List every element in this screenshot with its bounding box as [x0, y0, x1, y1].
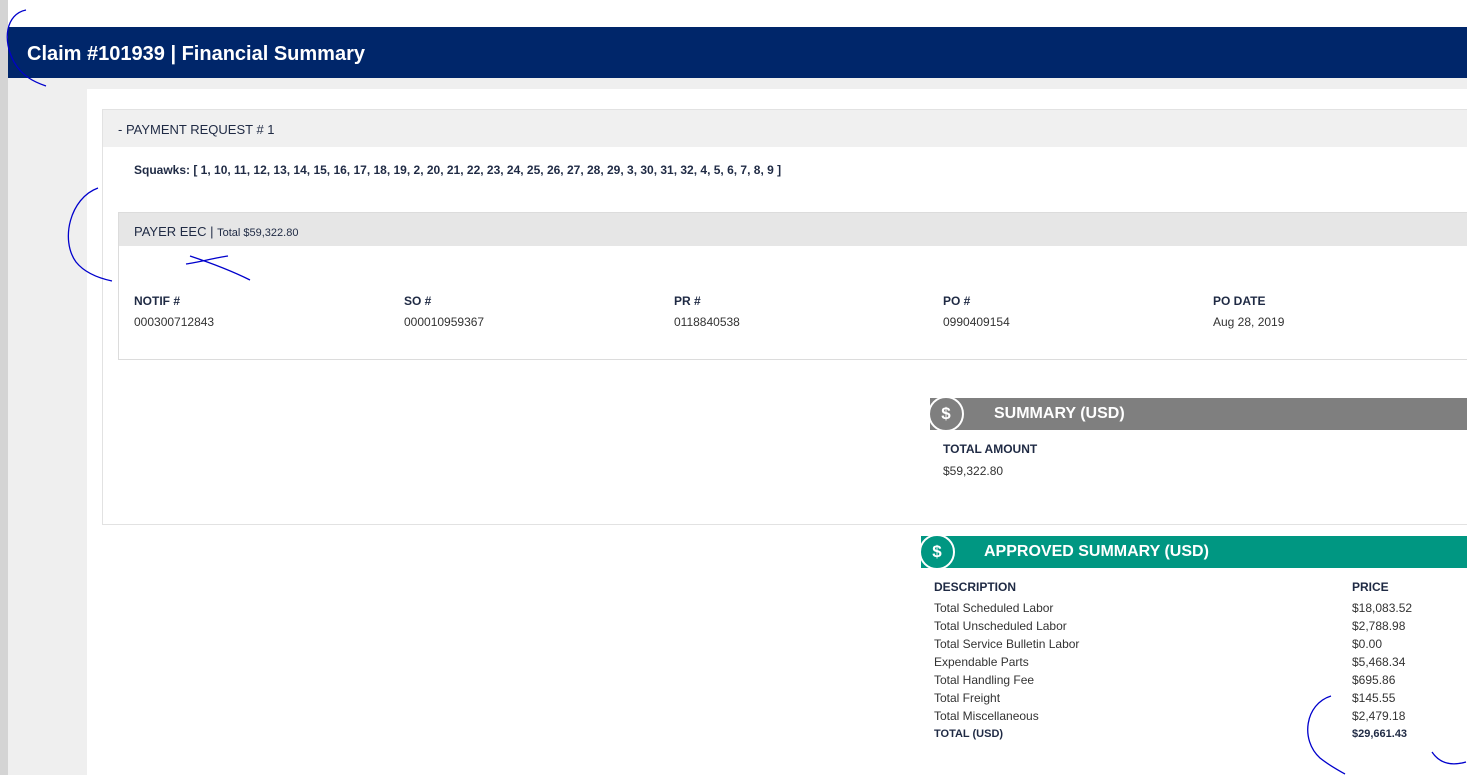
approved-row-desc: Total Handling Fee [934, 673, 1035, 687]
po-date-field: PO DATE Aug 28, 2019 [1213, 294, 1284, 329]
approved-row-desc: Total Scheduled Labor [934, 601, 1054, 615]
po-field: PO # 0990409154 [943, 294, 1010, 329]
approved-row-desc: Total Miscellaneous [934, 709, 1039, 723]
approved-row-price: $2,479.18 [1352, 709, 1406, 723]
po-date-label: PO DATE [1213, 294, 1266, 308]
notif-label: NOTIF # [134, 294, 181, 308]
approved-row-price: $695.86 [1352, 673, 1396, 687]
po-label: PO # [943, 294, 971, 308]
so-label: SO # [404, 294, 432, 308]
approved-row-desc: Total Service Bulletin Labor [934, 637, 1080, 651]
total-amount-value: $59,322.80 [943, 464, 1004, 478]
payer-name: PAYER EEC | Total $59,322.80 [134, 224, 298, 239]
payer-heading: PAYER EEC | Total $59,322.80 [119, 213, 1467, 246]
approved-summary-header: $ APPROVED SUMMARY (USD) [919, 534, 1467, 570]
annotation-stroke [1307, 695, 1346, 775]
payment-request-heading[interactable]: - PAYMENT REQUEST # 1 [118, 122, 275, 137]
modal-header: Claim #101939 | Financial Summary [8, 27, 1467, 78]
po-date-value: Aug 28, 2019 [1213, 315, 1285, 329]
pr-value: 0118840538 [674, 315, 740, 329]
approved-row-desc: Total Unscheduled Labor [934, 619, 1067, 633]
backdrop [0, 0, 1467, 27]
approved-total-price: $29,661.43 [1352, 728, 1408, 740]
dollar-icon: $ [928, 396, 964, 432]
modal-body-margin [8, 78, 87, 775]
po-value: 0990409154 [943, 315, 1010, 329]
so-value: 000010959367 [404, 315, 485, 329]
total-amount-label: TOTAL AMOUNT [943, 442, 1038, 456]
payer-total: Total $59,322.80 [217, 227, 299, 239]
approved-row-desc: Total Freight [934, 691, 1001, 705]
payment-request-panel: - PAYMENT REQUEST # 1 Squawks: [ 1, 10, … [102, 109, 1467, 525]
notif-value: 000300712843 [134, 315, 215, 329]
pr-label: PR # [674, 294, 701, 308]
approved-row-price: $145.55 [1352, 691, 1396, 705]
approved-row-price: $5,468.34 [1352, 655, 1406, 669]
approved-row-price: $18,083.52 [1352, 601, 1413, 615]
summary-header: $ SUMMARY (USD) [928, 396, 1467, 432]
pr-field: PR # 0118840538 [674, 294, 740, 329]
squawks-list: Squawks: [ 1, 10, 11, 12, 13, 14, 15, 16… [134, 163, 782, 177]
payment-request-toggle[interactable]: - PAYMENT REQUEST # 1 [103, 110, 1467, 147]
summary-title: SUMMARY (USD) [994, 405, 1125, 422]
modal-body-margin-top [87, 78, 1467, 89]
payer-name-label: PAYER EEC | [134, 224, 218, 239]
modal-title: Claim #101939 | Financial Summary [27, 43, 365, 65]
approved-row-price: $0.00 [1352, 637, 1383, 651]
approved-summary-title: APPROVED SUMMARY (USD) [984, 543, 1209, 560]
payer-box: PAYER EEC | Total $59,322.80 NOTIF # 000… [118, 212, 1467, 360]
notif-field: NOTIF # 000300712843 [134, 294, 214, 329]
price-column-header: PRICE [1352, 580, 1389, 594]
approved-row-desc: Expendable Parts [934, 655, 1029, 669]
approved-total-desc: TOTAL (USD) [934, 728, 1004, 740]
backdrop-strip [0, 0, 8, 775]
dollar-icon: $ [919, 534, 955, 570]
description-column-header: DESCRIPTION [934, 580, 1017, 594]
so-field: SO # 000010959367 [404, 294, 484, 329]
approved-row-price: $2,788.98 [1352, 619, 1406, 633]
annotation-stroke [1431, 751, 1467, 765]
